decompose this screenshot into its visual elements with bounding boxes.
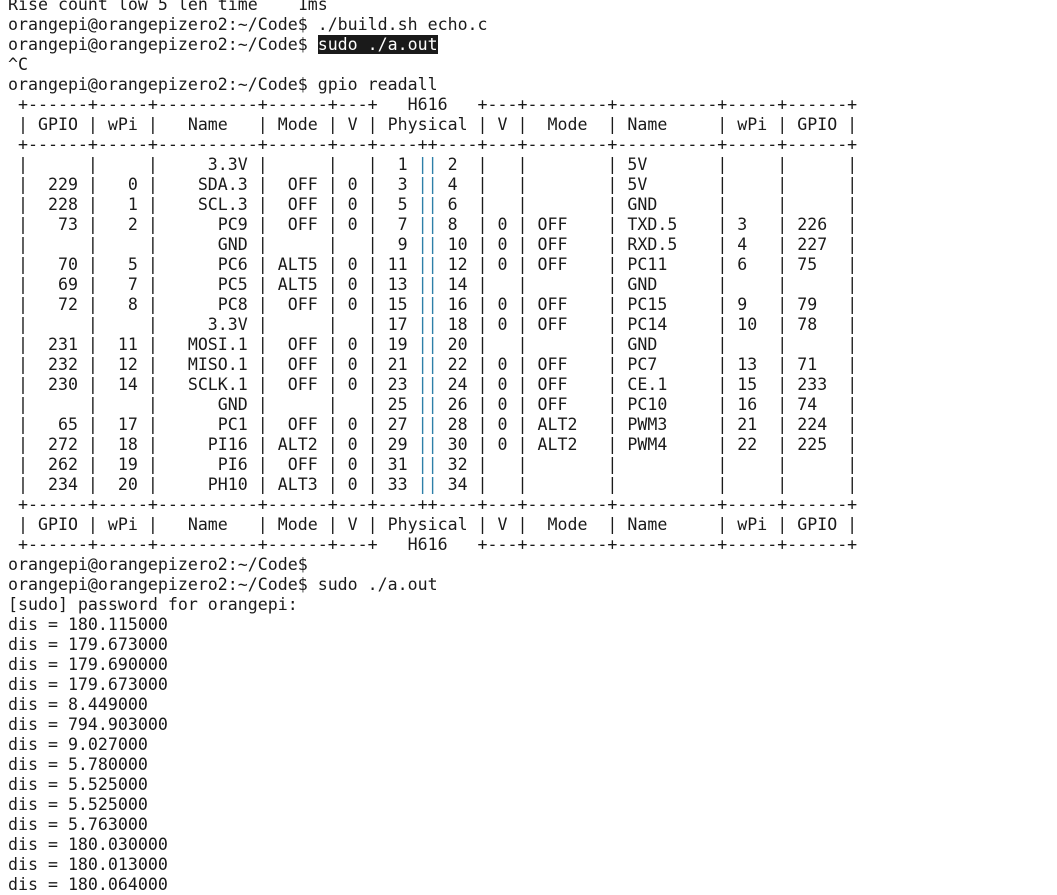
physical-pin-separator: || [417,475,438,494]
terminal-line: orangepi@orangepizero2:~/Code$ gpio read… [8,75,438,94]
physical-pin-separator: || [417,275,438,294]
terminal-line: | | | GND | | | 9 || 10 | 0 | OFF | RXD.… [8,235,858,254]
terminal-line: dis = 179.673000 [8,635,168,654]
physical-pin-separator: || [417,195,438,214]
physical-pin-separator: || [417,155,438,174]
terminal-line: +------+-----+----------+------+---+----… [8,495,858,514]
terminal-line: +------+-----+----------+------+---+ H61… [8,95,858,114]
terminal-line: Rise count low 5 len time 1ms [8,0,328,14]
terminal-line: | GPIO | wPi | Name | Mode | V | Physica… [8,515,858,534]
physical-pin-separator: || [417,395,438,414]
terminal-line: | 72 | 8 | PC8 | OFF | 0 | 15 || 16 | 0 … [8,295,858,314]
terminal-line: orangepi@orangepizero2:~/Code$ sudo ./a.… [8,35,438,54]
terminal-line: | 230 | 14 | SCLK.1 | OFF | 0 | 23 || 24… [8,375,858,394]
physical-pin-separator: || [417,315,438,334]
physical-pin-separator: || [417,375,438,394]
physical-pin-separator: || [417,355,438,374]
terminal-line: dis = 5.525000 [8,795,148,814]
physical-pin-separator: || [417,415,438,434]
terminal-line: dis = 180.115000 [8,615,168,634]
terminal-line: | 232 | 12 | MISO.1 | OFF | 0 | 21 || 22… [8,355,858,374]
physical-pin-separator: || [417,215,438,234]
terminal-line: orangepi@orangepizero2:~/Code$ ./build.s… [8,15,488,34]
terminal-line: | 229 | 0 | SDA.3 | OFF | 0 | 3 || 4 | |… [8,175,858,194]
terminal-line: | 272 | 18 | PI16 | ALT2 | 0 | 29 || 30 … [8,435,858,454]
physical-pin-separator: || [417,175,438,194]
terminal-line: dis = 180.064000 [8,875,168,894]
terminal-line: dis = 5.525000 [8,775,148,794]
terminal-line: | 228 | 1 | SCL.3 | OFF | 0 | 5 || 6 | |… [8,195,858,214]
terminal-line: dis = 9.027000 [8,735,148,754]
terminal-line: | | | 3.3V | | | 17 || 18 | 0 | OFF | PC… [8,315,858,334]
terminal-line: | GPIO | wPi | Name | Mode | V | Physica… [8,115,858,134]
terminal-line: | | | 3.3V | | | 1 || 2 | | | 5V | | | [8,155,858,174]
physical-pin-separator: || [417,335,438,354]
terminal-line: dis = 5.763000 [8,815,148,834]
terminal-line: | 234 | 20 | PH10 | ALT3 | 0 | 33 || 34 … [8,475,858,494]
terminal-output[interactable]: Rise count low 5 len time 1ms orangepi@or… [0,0,1057,895]
terminal-line: dis = 179.690000 [8,655,168,674]
terminal-line: | 69 | 7 | PC5 | ALT5 | 0 | 13 || 14 | |… [8,275,858,294]
terminal-line: ^C [8,55,28,74]
terminal-line: +------+-----+----------+------+---+----… [8,135,858,154]
terminal-line: dis = 180.030000 [8,835,168,854]
terminal-line: dis = 8.449000 [8,695,148,714]
terminal-line: | 73 | 2 | PC9 | OFF | 0 | 7 || 8 | 0 | … [8,215,858,234]
selected-text-highlight[interactable]: sudo ./a.out [317,35,438,54]
terminal-line: | 231 | 11 | MOSI.1 | OFF | 0 | 19 || 20… [8,335,858,354]
physical-pin-separator: || [417,255,438,274]
physical-pin-separator: || [417,235,438,254]
terminal-line: [sudo] password for orangepi: [8,595,298,614]
terminal-line: dis = 794.903000 [8,715,168,734]
terminal-line: dis = 180.013000 [8,855,168,874]
physical-pin-separator: || [417,295,438,314]
terminal-line: dis = 5.780000 [8,755,148,774]
terminal-line: +------+-----+----------+------+---+ H61… [8,535,858,554]
terminal-line: orangepi@orangepizero2:~/Code$ [8,555,308,574]
terminal-line: | 70 | 5 | PC6 | ALT5 | 0 | 11 || 12 | 0… [8,255,858,274]
physical-pin-separator: || [417,435,438,454]
terminal-line: orangepi@orangepizero2:~/Code$ sudo ./a.… [8,575,438,594]
terminal-line: | 262 | 19 | PI6 | OFF | 0 | 31 || 32 | … [8,455,858,474]
terminal-line: dis = 179.673000 [8,675,168,694]
terminal-line: | 65 | 17 | PC1 | OFF | 0 | 27 || 28 | 0… [8,415,858,434]
physical-pin-separator: || [417,455,438,474]
terminal-line: | | | GND | | | 25 || 26 | 0 | OFF | PC1… [8,395,858,414]
